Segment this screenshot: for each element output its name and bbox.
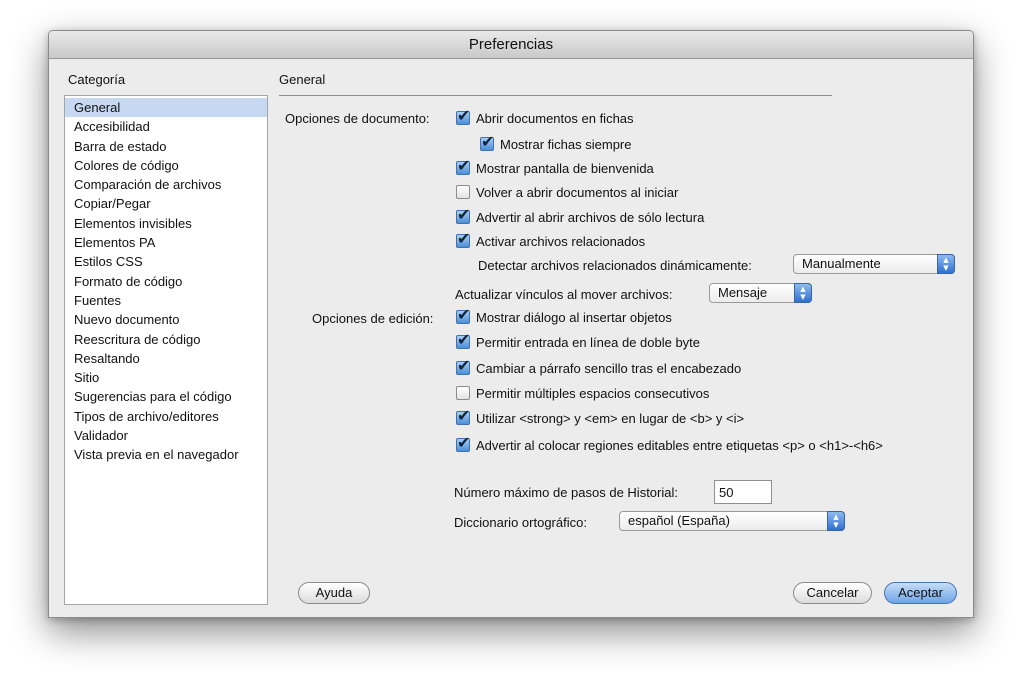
double-byte-checkbox[interactable] [456, 330, 470, 349]
related-files-option[interactable]: Activar archivos relacionados [456, 229, 646, 251]
category-item-general[interactable]: General [65, 98, 267, 118]
window-title: Preferencias [49, 31, 973, 59]
open-in-tabs-checkbox[interactable] [456, 106, 470, 125]
category-item-barra-estado[interactable]: Barra de estado [65, 137, 267, 156]
category-item-colores-codigo[interactable]: Colores de código [65, 156, 267, 175]
warn-editable-checkbox[interactable] [456, 433, 470, 452]
category-item-vista-previa[interactable]: Vista previa en el navegador [65, 445, 267, 464]
open-in-tabs-label: Abrir documentos en fichas [476, 110, 634, 126]
category-item-resaltando[interactable]: Resaltando [65, 349, 267, 368]
detect-related-value: Manualmente [802, 256, 881, 271]
strong-em-label: Utilizar <strong> y <em> en lugar de <b>… [476, 410, 745, 426]
category-item-accesibilidad[interactable]: Accesibilidad [65, 117, 267, 136]
help-button[interactable]: Ayuda [298, 582, 370, 604]
double-byte-label: Permitir entrada en línea de doble byte [476, 334, 701, 350]
detect-related-label: Detectar archivos relacionados dinámicam… [478, 258, 752, 273]
category-item-comparacion-archivos[interactable]: Comparación de archivos [65, 175, 267, 194]
category-item-tipos-archivo[interactable]: Tipos de archivo/editores [65, 407, 267, 426]
spelling-select[interactable]: español (España) ▲ ▼ [619, 511, 845, 531]
document-options-label: Opciones de documento: [285, 111, 430, 126]
show-welcome-label: Mostrar pantalla de bienvenida [476, 160, 654, 176]
always-show-tabs-label: Mostrar fichas siempre [500, 136, 632, 152]
open-in-tabs-option[interactable]: Abrir documentos en fichas [456, 106, 634, 128]
cancel-button[interactable]: Cancelar [793, 582, 872, 604]
reopen-docs-option[interactable]: Volver a abrir documentos al iniciar [456, 182, 678, 202]
category-item-sugerencias-codigo[interactable]: Sugerencias para el código [65, 387, 267, 406]
warn-editable-option[interactable]: Advertir al colocar regiones editables e… [456, 433, 883, 455]
category-list[interactable]: General Accesibilidad Barra de estado Co… [64, 95, 268, 605]
multiple-spaces-label: Permitir múltiples espacios consecutivos [476, 385, 710, 401]
paragraph-after-heading-label: Cambiar a párrafo sencillo tras el encab… [476, 360, 742, 376]
category-item-reescritura-codigo[interactable]: Reescritura de código [65, 330, 267, 349]
show-welcome-checkbox[interactable] [456, 156, 470, 175]
category-item-elementos-pa[interactable]: Elementos PA [65, 233, 267, 252]
spelling-label: Diccionario ortográfico: [454, 515, 587, 530]
strong-em-checkbox[interactable] [456, 406, 470, 425]
update-links-label: Actualizar vínculos al mover archivos: [455, 287, 673, 302]
category-item-estilos-css[interactable]: Estilos CSS [65, 252, 267, 271]
select-arrows-icon: ▲ ▼ [827, 511, 845, 531]
spelling-value: español (España) [628, 513, 730, 528]
warn-readonly-option[interactable]: Advertir al abrir archivos de sólo lectu… [456, 205, 705, 227]
history-steps-input[interactable] [714, 480, 772, 504]
ok-button[interactable]: Aceptar [884, 582, 957, 604]
show-welcome-option[interactable]: Mostrar pantalla de bienvenida [456, 156, 654, 178]
category-heading: Categoría [68, 72, 126, 87]
always-show-tabs-option[interactable]: Mostrar fichas siempre [480, 132, 632, 154]
paragraph-after-heading-option[interactable]: Cambiar a párrafo sencillo tras el encab… [456, 356, 742, 378]
reopen-docs-label: Volver a abrir documentos al iniciar [476, 184, 679, 200]
category-item-fuentes[interactable]: Fuentes [65, 291, 267, 310]
warn-editable-label: Advertir al colocar regiones editables e… [476, 437, 883, 453]
show-dialog-label: Mostrar diálogo al insertar objetos [476, 309, 672, 325]
double-byte-option[interactable]: Permitir entrada en línea de doble byte [456, 330, 701, 352]
select-arrows-icon: ▲ ▼ [794, 283, 812, 303]
reopen-docs-checkbox[interactable] [456, 185, 470, 199]
history-steps-label: Número máximo de pasos de Historial: [454, 485, 678, 500]
update-links-select[interactable]: Mensaje ▲ ▼ [709, 283, 812, 303]
show-dialog-checkbox[interactable] [456, 305, 470, 324]
category-item-validador[interactable]: Validador [65, 426, 267, 445]
always-show-tabs-checkbox[interactable] [480, 132, 494, 151]
warn-readonly-checkbox[interactable] [456, 205, 470, 224]
warn-readonly-label: Advertir al abrir archivos de sólo lectu… [476, 209, 705, 225]
related-files-checkbox[interactable] [456, 229, 470, 248]
related-files-label: Activar archivos relacionados [476, 233, 646, 249]
update-links-value: Mensaje [718, 285, 768, 300]
category-item-formato-codigo[interactable]: Formato de código [65, 272, 267, 291]
panel-divider [279, 95, 832, 96]
editing-options-label: Opciones de edición: [312, 311, 434, 326]
multiple-spaces-option[interactable]: Permitir múltiples espacios consecutivos [456, 383, 709, 403]
category-item-sitio[interactable]: Sitio [65, 368, 267, 387]
preferences-dialog: Preferencias Categoría General Accesibil… [48, 30, 974, 618]
select-arrows-icon: ▲ ▼ [937, 254, 955, 274]
category-item-elementos-invisibles[interactable]: Elementos invisibles [65, 214, 267, 233]
detect-related-select[interactable]: Manualmente ▲ ▼ [793, 254, 955, 274]
strong-em-option[interactable]: Utilizar <strong> y <em> en lugar de <b>… [456, 406, 745, 428]
multiple-spaces-checkbox[interactable] [456, 386, 470, 400]
panel-title: General [279, 72, 326, 87]
category-item-nuevo-documento[interactable]: Nuevo documento [65, 310, 267, 329]
paragraph-after-heading-checkbox[interactable] [456, 356, 470, 375]
category-item-copiar-pegar[interactable]: Copiar/Pegar [65, 194, 267, 213]
show-dialog-option[interactable]: Mostrar diálogo al insertar objetos [456, 305, 672, 327]
